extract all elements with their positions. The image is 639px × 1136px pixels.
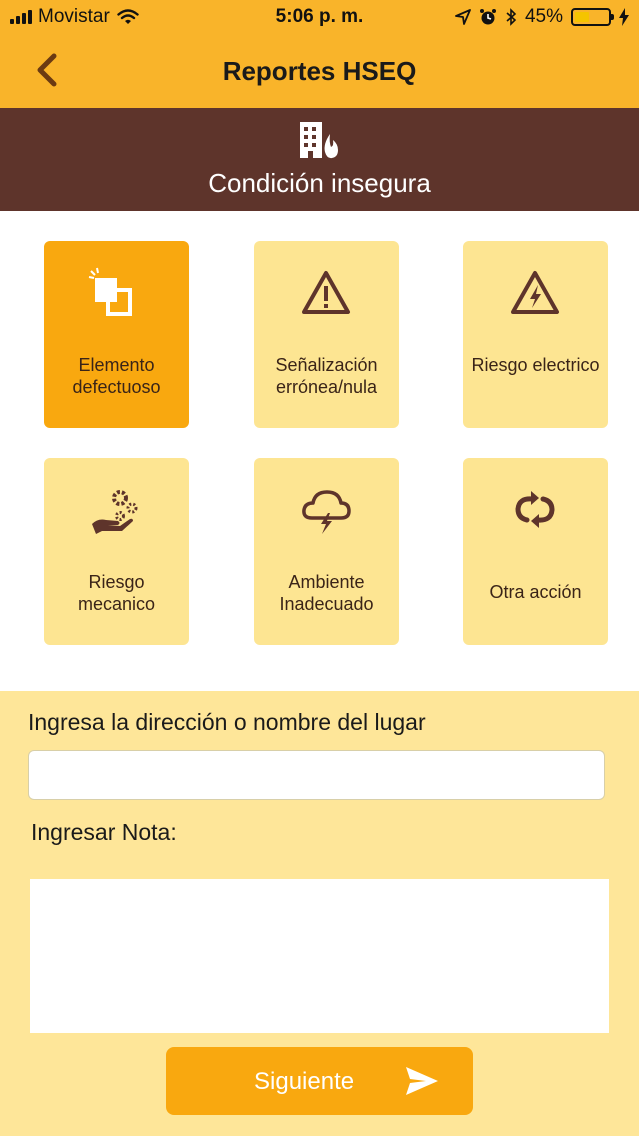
battery-percent: 45% <box>524 6 563 27</box>
category-riesgo-mecanico[interactable]: Riesgo mecanico <box>44 458 189 645</box>
send-icon <box>406 1067 438 1095</box>
category-label: Elemento defectuoso <box>72 355 161 397</box>
building-fire-icon <box>300 122 338 159</box>
broken-element-icon <box>88 267 132 316</box>
category-senalizacion[interactable]: Señalización errónea/nula <box>254 241 399 428</box>
app-header: Movistar 5:06 p. m. 45% Reportes HSEQ <box>0 0 639 108</box>
warning-triangle-icon <box>302 271 350 314</box>
page-title: Reportes HSEQ <box>222 56 417 86</box>
address-label: Ingresa la dirección o nombre del lugar <box>28 709 426 735</box>
status-bar: Movistar 5:06 p. m. 45% <box>0 0 639 34</box>
category-otra-accion[interactable]: Otra acción <box>463 458 608 645</box>
address-input[interactable] <box>28 750 605 800</box>
note-textarea[interactable] <box>30 879 609 1033</box>
next-button[interactable]: Siguiente <box>166 1047 473 1115</box>
alarm-icon <box>479 9 496 25</box>
category-elemento-defectuoso[interactable]: Elemento defectuoso <box>44 241 189 428</box>
charging-icon <box>619 8 629 26</box>
category-riesgo-electrico[interactable]: Riesgo electrico <box>463 241 608 428</box>
category-label: Señalización errónea/nula <box>275 355 378 397</box>
storm-cloud-icon <box>302 490 351 534</box>
section-banner: Condición insegura <box>0 108 639 211</box>
category-label: Ambiente Inadecuado <box>279 572 374 614</box>
location-icon <box>455 9 471 25</box>
category-ambiente-inadecuado[interactable]: Ambiente Inadecuado <box>254 458 399 645</box>
electric-warning-icon <box>511 271 559 314</box>
next-button-label: Siguiente <box>254 1068 355 1095</box>
hand-gears-icon <box>92 490 138 534</box>
battery-icon <box>571 8 614 26</box>
section-title: Condición insegura <box>208 168 431 198</box>
note-label: Ingresar Nota: <box>31 819 177 845</box>
category-label: Riesgo electrico <box>471 355 600 375</box>
category-label: Otra acción <box>489 582 582 602</box>
nav-bar: Reportes HSEQ <box>0 34 639 108</box>
category-label: Riesgo mecanico <box>77 572 156 614</box>
report-form: Ingresa la dirección o nombre del lugar … <box>0 691 639 1136</box>
cycle-arrows-icon <box>515 491 555 528</box>
bluetooth-icon <box>506 8 517 26</box>
category-grid: Elemento defectuoso Señalización errónea… <box>0 211 639 691</box>
